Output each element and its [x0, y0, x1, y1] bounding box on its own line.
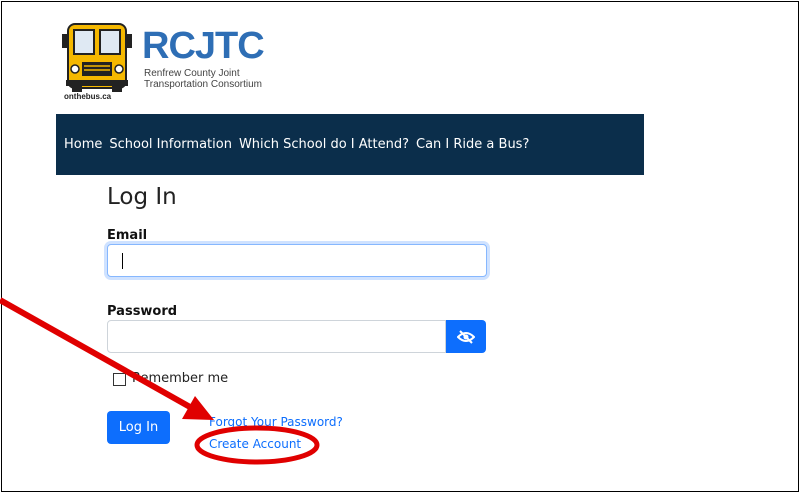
- brand-tagline: onthebus.ca: [64, 92, 112, 101]
- forgot-password-link[interactable]: Forgot Your Password?: [209, 415, 343, 429]
- email-field[interactable]: [107, 244, 487, 277]
- login-button[interactable]: Log In: [107, 411, 170, 444]
- eye-slash-icon: [457, 329, 475, 344]
- nav-home[interactable]: Home: [64, 137, 102, 152]
- nav-ride-a-bus[interactable]: Can I Ride a Bus?: [416, 137, 529, 152]
- nav-school-information[interactable]: School Information: [109, 137, 232, 152]
- rcjtc-logo[interactable]: RCJTC Renfrew County Joint Transportatio…: [62, 22, 282, 104]
- password-field[interactable]: [107, 320, 446, 353]
- remember-me-label: Remember me: [132, 371, 229, 386]
- toggle-password-button[interactable]: [446, 320, 486, 353]
- text-cursor: [122, 253, 123, 269]
- brand-subtitle-line2: Transportation Consortium: [144, 79, 263, 90]
- brand-subtitle-line1: Renfrew County Joint: [144, 68, 240, 79]
- remember-me-checkbox[interactable]: [113, 373, 126, 386]
- email-label: Email: [107, 228, 148, 243]
- page-title: Log In: [107, 184, 177, 210]
- password-label: Password: [107, 304, 178, 319]
- main-nav: Home School Information Which School do …: [56, 114, 644, 175]
- brand-name: RCJTC: [142, 25, 265, 67]
- nav-which-school[interactable]: Which School do I Attend?: [239, 137, 409, 152]
- brand-subtitle: Renfrew County Joint Transportation Cons…: [144, 68, 262, 90]
- create-account-link[interactable]: Create Account: [209, 437, 301, 451]
